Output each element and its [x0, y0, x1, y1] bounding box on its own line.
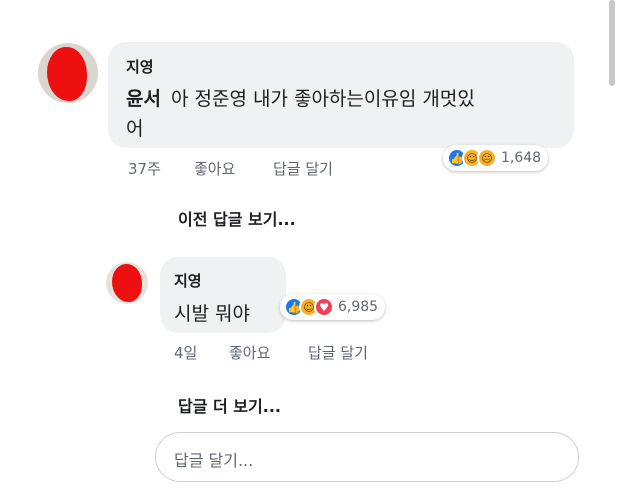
comment-reactions[interactable]: 👍 ☺ ☹ 1,648 [443, 145, 549, 171]
comment-reply-button[interactable]: 답글 달기 [273, 158, 333, 179]
redaction-mark [47, 47, 87, 101]
replier-avatar[interactable] [106, 262, 148, 304]
redaction-mark [112, 264, 142, 302]
reply-input-placeholder: 답글 달기... [174, 451, 254, 470]
comment-bubble: 지영 윤서 아 정준영 내가 좋아하는이유임 개멋있 어 [108, 42, 574, 148]
more-replies-link[interactable]: 답글 더 보기... [178, 393, 281, 417]
reply-text: 시발 뭐야 [174, 303, 250, 325]
previous-replies-link[interactable]: 이전 답글 보기... [178, 206, 296, 230]
scrollbar[interactable] [609, 0, 615, 86]
sad-icon: ☹ [477, 148, 497, 168]
comment-text-line-2: 어 [126, 118, 144, 140]
commenter-avatar[interactable] [38, 43, 98, 103]
comment-reaction-count: 1,648 [501, 150, 542, 166]
reply-time[interactable]: 4일 [174, 342, 197, 363]
reply-reaction-count: 6,985 [338, 299, 379, 315]
reply-reactions[interactable]: 👍 ☺ ♥ 6,985 [280, 294, 386, 320]
comment-text-line-1: 윤서 아 정준영 내가 좋아하는이유임 개멋있 [126, 84, 475, 111]
reply-like-button[interactable]: 좋아요 [229, 342, 270, 363]
comment-time[interactable]: 37주 [128, 158, 161, 179]
comment-author[interactable]: 지영 [126, 56, 154, 77]
reply-author[interactable]: 지영 [174, 270, 202, 291]
comment-mention[interactable]: 윤서 [126, 88, 161, 110]
reply-input[interactable]: 답글 달기... [155, 432, 579, 482]
comment-body: 아 정준영 내가 좋아하는이유임 개멋있 [170, 88, 475, 110]
comment-like-button[interactable]: 좋아요 [194, 158, 235, 179]
reply-reply-button[interactable]: 답글 달기 [308, 342, 368, 363]
reply-bubble: 지영 시발 뭐야 [160, 257, 286, 333]
love-icon: ♥ [314, 297, 334, 317]
